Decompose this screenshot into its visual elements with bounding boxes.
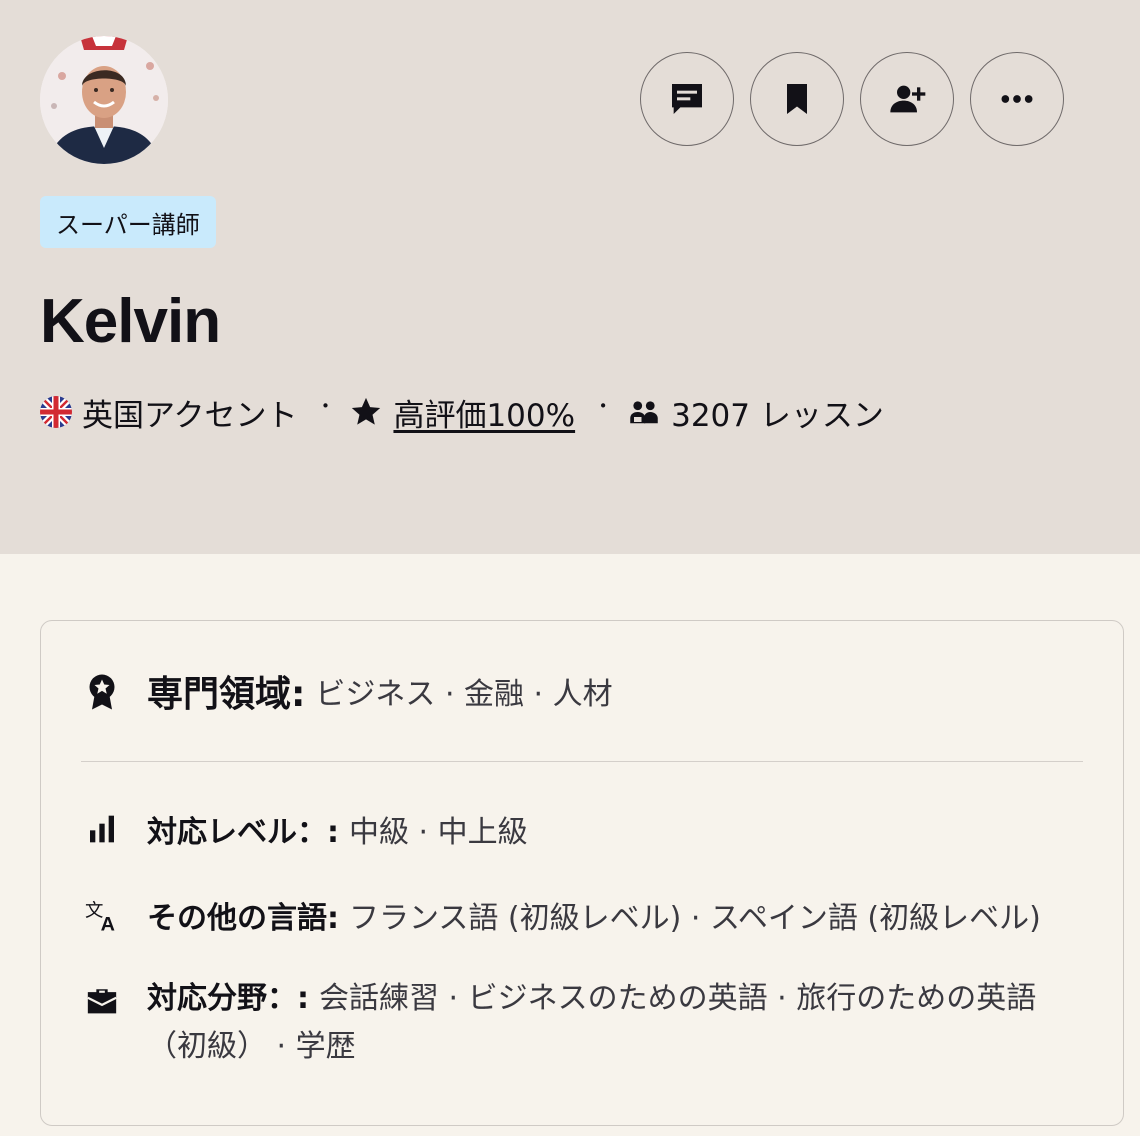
action-buttons bbox=[640, 52, 1064, 146]
tutor-name: Kelvin bbox=[40, 287, 221, 356]
students-icon bbox=[627, 397, 661, 427]
level-label: 対応レベル：: bbox=[147, 815, 339, 850]
more-icon bbox=[1001, 95, 1033, 103]
specialty-label: 専門領域: bbox=[147, 674, 306, 715]
separator-dot: ・ bbox=[315, 393, 336, 418]
separator-dot: ・ bbox=[593, 393, 614, 418]
fields-text: 対応分野：: 会話練習 · ビジネスのための英語 · 旅行のための英語（初級） ·… bbox=[147, 975, 1087, 1071]
languages-row: 文 A その他の言語: フランス語 (初級レベル) · スペイン語 (初級レベル… bbox=[81, 893, 1041, 937]
message-button[interactable] bbox=[640, 52, 734, 146]
super-tutor-badge: スーパー講師 bbox=[40, 196, 216, 248]
avatar[interactable] bbox=[40, 36, 168, 164]
more-button[interactable] bbox=[970, 52, 1064, 146]
tutor-details-card: 専門領域: ビジネス · 金融 · 人材 対応レベル：: 中級 · 中上級 文 … bbox=[40, 620, 1124, 1126]
briefcase-icon bbox=[81, 985, 123, 1019]
add-person-icon bbox=[890, 85, 926, 113]
specialty-icon bbox=[81, 673, 123, 711]
rating-link[interactable]: 高評価100% bbox=[393, 390, 575, 435]
fields-row: 対応分野：: 会話練習 · ビジネスのための英語 · 旅行のための英語（初級） ·… bbox=[81, 981, 1087, 1071]
bookmark-icon bbox=[787, 84, 807, 114]
level-row: 対応レベル：: 中級 · 中上級 bbox=[81, 807, 528, 851]
languages-label: その他の言語: bbox=[147, 901, 339, 936]
fields-label: 対応分野：: bbox=[147, 981, 309, 1016]
accent-text: 英国アクセント bbox=[82, 397, 298, 434]
tutor-meta: 英国アクセント ・ 高評価100% ・ 3207 レッスン bbox=[40, 390, 884, 434]
star-icon bbox=[349, 395, 383, 429]
message-icon bbox=[672, 84, 702, 114]
lesson-count: 3207 レッスン bbox=[671, 397, 884, 434]
specialty-value: ビジネス · 金融 · 人材 bbox=[315, 677, 613, 712]
svg-text:A: A bbox=[101, 914, 115, 932]
specialty-row: 専門領域: ビジネス · 金融 · 人材 bbox=[81, 665, 613, 717]
level-value: 中級 · 中上級 bbox=[349, 815, 528, 850]
languages-value: フランス語 (初級レベル) · スペイン語 (初級レベル) bbox=[349, 901, 1041, 936]
follow-button[interactable] bbox=[860, 52, 954, 146]
translate-icon: 文 A bbox=[81, 898, 123, 932]
save-button[interactable] bbox=[750, 52, 844, 146]
uk-flag-icon bbox=[40, 396, 72, 428]
profile-header: スーパー講師 Kelvin 英国アクセント ・ 高評価100% ・ 3207 レ… bbox=[0, 0, 1140, 554]
divider bbox=[81, 761, 1083, 762]
bar-chart-icon bbox=[81, 813, 123, 845]
